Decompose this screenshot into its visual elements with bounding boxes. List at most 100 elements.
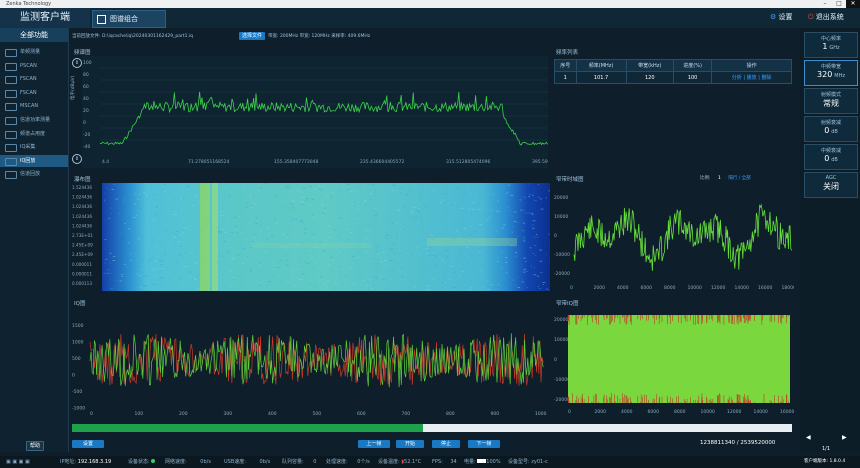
- spectrum-x-tick: 4.4: [102, 159, 109, 165]
- maximize-button[interactable]: □: [832, 0, 846, 8]
- sidebar-item-4[interactable]: MSCAN: [0, 100, 68, 112]
- param-value-line: 0 dB: [805, 154, 857, 163]
- waterfall-plot[interactable]: 1.524436 1.024436 1.024436 1.024436 1.024436…: [72, 183, 550, 291]
- waterfall-y-tick: 2.45E+09: [72, 252, 93, 257]
- narrow-time-y-tick: -10000: [554, 252, 570, 258]
- sidebar-item-3[interactable]: FSCAN: [0, 87, 68, 99]
- iq-x-tick: 400: [268, 411, 277, 417]
- param-card-2[interactable]: 射频模式 常规: [804, 88, 858, 114]
- waterfall-y-tick: 1.524436: [72, 185, 92, 190]
- sidebar-item-2[interactable]: FSCAN: [0, 73, 68, 85]
- playback-progress[interactable]: [72, 424, 792, 432]
- table-cell: 120: [625, 71, 674, 84]
- sidebar-item-label: FSCAN: [20, 76, 37, 83]
- sidebar-item-7[interactable]: IQ采集: [0, 141, 68, 153]
- narrow-iq-title: 窄带IQ图: [556, 301, 579, 307]
- param-value: 关闭: [823, 182, 839, 191]
- ip-value: 192.168.3.19: [77, 459, 112, 465]
- proc-value: 0个/s: [357, 459, 370, 465]
- stop-button[interactable]: 停止: [432, 440, 460, 448]
- help-button[interactable]: 帮助: [26, 441, 44, 451]
- close-button[interactable]: ✕: [846, 0, 860, 8]
- table-row[interactable]: 1 101.7 120 100 分析 | 播放 | 删除: [554, 71, 792, 84]
- freq-table: 序号 频率(MHz) 带宽(kHz) 进度(%) 操作 1 101.7 120 100 分析 |…: [554, 59, 792, 84]
- status-bar: ▣ ▣ ▣ ▣ IP地址: 192.168.3.19 设备状态: 网络速度: 0…: [0, 456, 860, 468]
- spectrum-zoom-out-button[interactable]: ⇕: [72, 154, 82, 164]
- ratio-options[interactable]: 隔行 / 全部: [728, 176, 750, 181]
- spectrum-y-tick: 100: [83, 60, 92, 66]
- param-card-5[interactable]: AGC 关闭: [804, 172, 858, 198]
- file-bar: 当前回放文件: D:\iqcache\iq\20240301162429_par…: [72, 33, 193, 39]
- waterfall-title: 瀑布图: [74, 177, 91, 183]
- narrow-iq-y-tick: 10000: [554, 337, 568, 343]
- sidebar-item-1[interactable]: PSCAN: [0, 60, 68, 72]
- minimize-button[interactable]: –: [818, 0, 832, 8]
- window-title: Zenka Technology: [6, 1, 52, 7]
- start-button[interactable]: 开始: [396, 440, 424, 448]
- narrow-time-y-tick: 20000: [554, 195, 568, 201]
- status-dot-icon: [151, 459, 156, 463]
- sidebar-item-9[interactable]: 信道回放: [0, 168, 68, 180]
- iq-x-tick: 800: [446, 411, 455, 417]
- pager-prev-button[interactable]: ◀: [806, 434, 811, 441]
- param-value: 320: [817, 70, 833, 79]
- power-icon: ⏻: [808, 13, 814, 21]
- narrow-time-plot[interactable]: 20000 10000 0 -10000 -20000 0 2000 4000 6000 800…: [554, 183, 794, 291]
- file-path: D:\iqcache\iq\20240301162429_part1.iq: [101, 34, 193, 39]
- param-title: 射频衰减: [820, 120, 841, 126]
- settings-button[interactable]: ⚙ 设置: [770, 12, 793, 22]
- select-file-button[interactable]: 选择文件: [239, 32, 265, 40]
- playback-settings-button[interactable]: 设置: [72, 440, 104, 448]
- spectrum-x-tick: 235.436604405572: [360, 159, 405, 165]
- ip-label: IP地址:: [60, 459, 77, 465]
- table-cell[interactable]: 分析 | 播放 | 删除: [711, 71, 792, 84]
- exit-button[interactable]: ⏻ 退出系统: [808, 12, 844, 22]
- param-card-3[interactable]: 射频衰减 0 dB: [804, 116, 858, 142]
- freq-table-header: 频率(MHz): [575, 59, 627, 72]
- sidebar-item-label: IQ回放: [20, 157, 36, 164]
- tab-spectrum-combo[interactable]: 图谱组合: [92, 10, 166, 28]
- spectrum-x-tick: 71.278051168524: [188, 159, 230, 165]
- spectrum-plot[interactable]: 100 80 60 40 20 0 -20 -40 4.4 71.278051168524 155…: [82, 56, 548, 168]
- function-icon: [5, 144, 17, 153]
- prev-frame-button[interactable]: 上一帧: [358, 440, 390, 448]
- narrow-time-x-tick: 4000: [617, 285, 629, 291]
- sidebar-item-8[interactable]: IQ回放: [0, 154, 68, 167]
- param-card-4[interactable]: 中频衰减 0 dB: [804, 144, 858, 170]
- narrow-iq-plot[interactable]: 20000 10000 0 -10000 -20000 0 2000 4000 6000 800…: [554, 307, 794, 419]
- sidebar-item-5[interactable]: 信道功率测量: [0, 114, 68, 126]
- freq-table-header: 操作: [711, 59, 792, 72]
- narrow-iq-x-tick: 16000: [780, 409, 794, 415]
- freq-table-title: 频率列表: [556, 50, 579, 56]
- pager-next-button[interactable]: ▶: [842, 434, 847, 441]
- function-icon: [5, 89, 17, 98]
- sidebar-item-label: 信道回放: [20, 171, 41, 178]
- usb-value: 0b/s: [259, 459, 271, 465]
- iq-y-tick: -500: [72, 389, 82, 395]
- narrow-time-x-tick: 18000: [782, 285, 795, 291]
- next-frame-button[interactable]: 下一帧: [468, 440, 500, 448]
- waterfall-y-tick: 0.000011: [72, 262, 92, 267]
- ratio-value[interactable]: 1: [718, 176, 721, 181]
- power-label: 电量:: [464, 459, 476, 465]
- spectrum-zoom-in-button[interactable]: ⇕: [72, 58, 82, 68]
- narrow-iq-x-tick: 8000: [674, 409, 686, 415]
- param-card-1[interactable]: 中频带宽 320 MHz: [804, 60, 858, 86]
- sidebar-title: 全部功能: [0, 28, 68, 42]
- waterfall-y-tick: 2.45E+09: [72, 243, 93, 248]
- sidebar-item-label: IQ采集: [20, 144, 36, 151]
- function-icon: [5, 103, 17, 112]
- app-brand: 监测客户端: [0, 8, 90, 28]
- tab-label: 图谱组合: [110, 15, 138, 23]
- param-card-0[interactable]: 中心频率 1 GHz: [804, 32, 858, 58]
- sidebar-item-6[interactable]: 频谱占用度: [0, 128, 68, 140]
- iq-plot[interactable]: 1500 1000 500 0 -500 -1000 0 100 200 300 400 500 60…: [72, 307, 550, 419]
- function-icon: [5, 117, 17, 125]
- table-cell: 1: [554, 71, 577, 84]
- sidebar-item-0[interactable]: 单频测量: [0, 46, 68, 58]
- fps-value: 34: [450, 459, 457, 465]
- client-version: 客户端版本: 1.8.0.4: [804, 459, 846, 464]
- file-label: 当前回放文件:: [72, 34, 101, 39]
- narrow-time-y-tick: 10000: [554, 214, 568, 220]
- param-value-line: 320 MHz: [805, 70, 857, 79]
